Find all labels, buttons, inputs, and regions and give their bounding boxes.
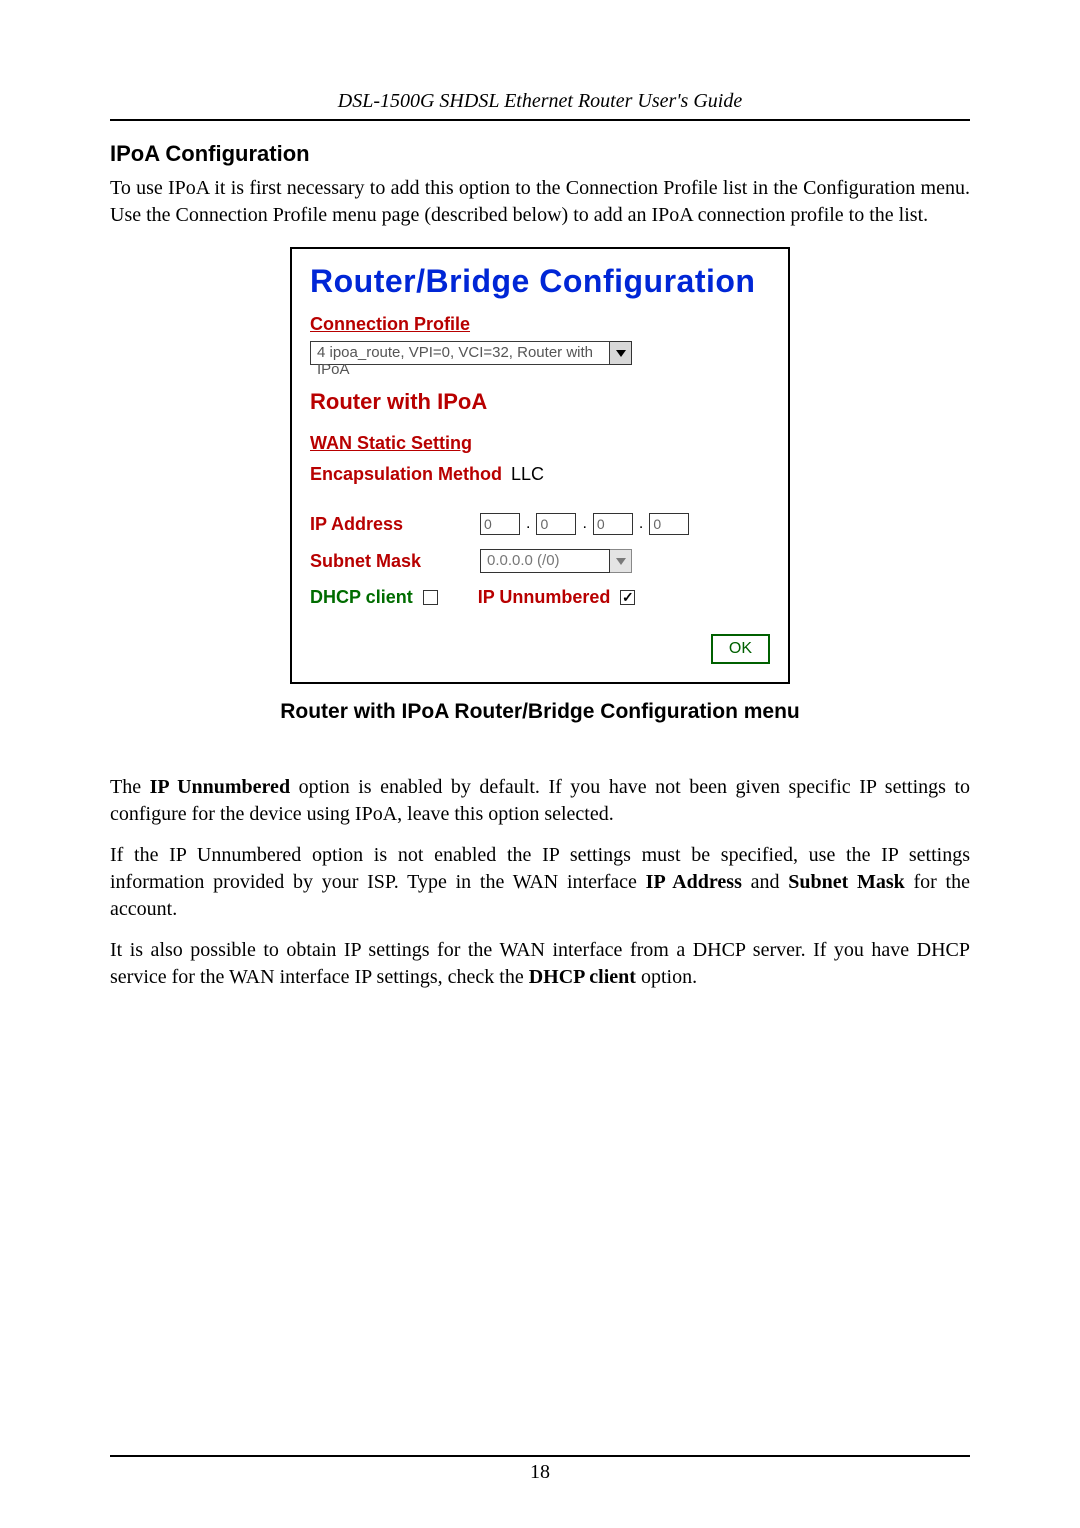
footer: 18 — [110, 1425, 970, 1484]
running-header: DSL-1500G SHDSL Ethernet Router User's G… — [110, 90, 970, 113]
encapsulation-value: LLC — [511, 464, 544, 484]
dropdown-arrow-icon[interactable] — [610, 341, 632, 365]
ip-dot: . — [582, 515, 586, 533]
subnet-mask-value: 0.0.0.0 (/0) — [480, 549, 610, 573]
page-number: 18 — [110, 1461, 970, 1484]
checkbox-row: DHCP client IP Unnumbered — [310, 587, 770, 608]
dropdown-arrow-icon[interactable] — [610, 549, 632, 573]
ip-address-label: IP Address — [310, 514, 480, 535]
wan-static-link[interactable]: WAN Static Setting — [310, 433, 472, 454]
ok-row: OK — [310, 634, 770, 664]
ip-address-inputs: . . . — [480, 513, 689, 535]
footer-rule — [110, 1455, 970, 1457]
ok-button[interactable]: OK — [711, 634, 770, 664]
ip-octet-3[interactable] — [593, 513, 633, 535]
ip-octet-1[interactable] — [480, 513, 520, 535]
subnet-mask-select[interactable]: 0.0.0.0 (/0) — [480, 549, 632, 573]
connection-profile-link[interactable]: Connection Profile — [310, 314, 470, 334]
subnet-mask-row: Subnet Mask 0.0.0.0 (/0) — [310, 549, 770, 573]
config-panel: Router/Bridge Configuration Connection P… — [290, 247, 790, 684]
figure-caption: Router with IPoA Router/Bridge Configura… — [110, 700, 970, 724]
subnet-mask-label: Subnet Mask — [310, 551, 480, 572]
header-rule — [110, 119, 970, 121]
ip-dot: . — [639, 515, 643, 533]
dhcp-client-label: DHCP client — [310, 587, 413, 608]
encapsulation-label: Encapsulation Method — [310, 464, 502, 484]
panel-title: Router/Bridge Configuration — [310, 263, 770, 300]
document-page: DSL-1500G SHDSL Ethernet Router User's G… — [0, 0, 1080, 1528]
ip-unnumbered-checkbox[interactable] — [620, 590, 635, 605]
wan-static-heading: WAN Static Setting — [310, 433, 770, 464]
intro-paragraph: To use IPoA it is first necessary to add… — [110, 175, 970, 229]
paragraph-ip-settings: If the IP Unnumbered option is not enabl… — [110, 842, 970, 923]
router-with-ipoa-title: Router with IPoA — [310, 389, 770, 415]
connection-profile-heading: Connection Profile — [310, 314, 770, 335]
connection-profile-value: 4 ipoa_route, VPI=0, VCI=32, Router with… — [310, 341, 610, 365]
paragraph-ip-unnumbered: The IP Unnumbered option is enabled by d… — [110, 774, 970, 828]
connection-profile-select[interactable]: 4 ipoa_route, VPI=0, VCI=32, Router with… — [310, 341, 770, 365]
config-panel-wrap: Router/Bridge Configuration Connection P… — [290, 247, 790, 684]
section-title: IPoA Configuration — [110, 141, 970, 167]
paragraph-dhcp: It is also possible to obtain IP setting… — [110, 937, 970, 991]
ip-address-row: IP Address . . . — [310, 513, 770, 535]
dhcp-client-checkbox[interactable] — [423, 590, 438, 605]
encapsulation-row: Encapsulation Method LLC — [310, 464, 770, 485]
ip-octet-2[interactable] — [536, 513, 576, 535]
ip-dot: . — [526, 515, 530, 533]
ip-octet-4[interactable] — [649, 513, 689, 535]
ip-unnumbered-label: IP Unnumbered — [478, 587, 611, 608]
